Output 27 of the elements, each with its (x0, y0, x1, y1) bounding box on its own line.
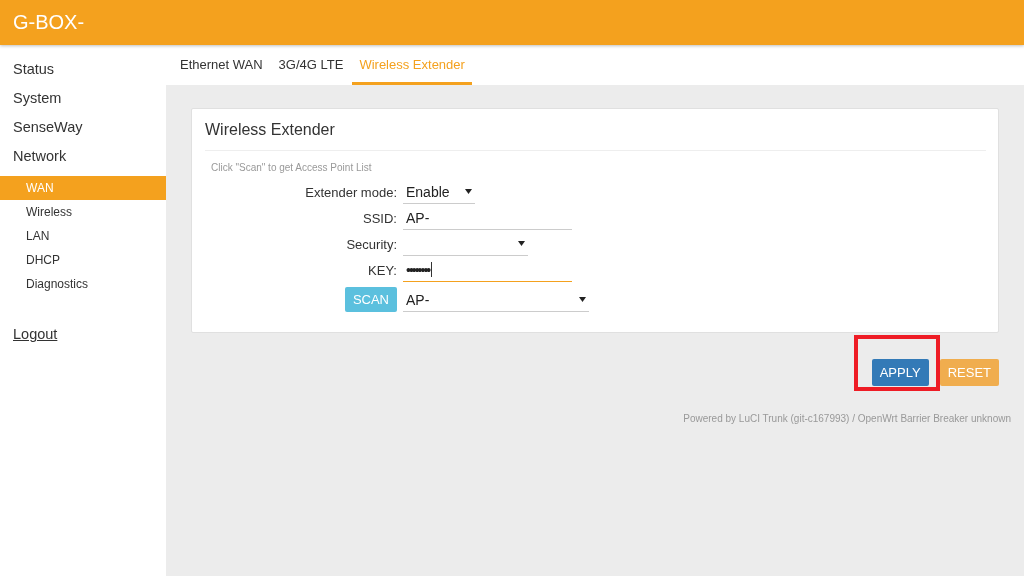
field-label: Extender mode: (305, 184, 397, 200)
dropdown-field[interactable]: Enable (403, 180, 475, 204)
dropdown-field[interactable]: AP- (403, 288, 589, 312)
caret-icon (579, 297, 586, 302)
tab[interactable]: Ethernet WAN (173, 45, 270, 85)
field-label: Security: (346, 236, 397, 252)
sidebar-subitem[interactable]: Wireless (0, 200, 166, 224)
sidebar-subitem[interactable]: Diagnostics (0, 272, 166, 296)
sidebar-subitem[interactable]: DHCP (0, 248, 166, 272)
sidebar-item[interactable]: SenseWay (0, 114, 166, 143)
sidebar-item[interactable]: System (0, 85, 166, 114)
footer-text: Powered by LuCI Trunk (git-c167993) / OpenWrt Barrier Breaker unknown (682, 413, 1011, 424)
tab[interactable]: 3G/4G LTE (271, 45, 351, 85)
field-label: SSID: (363, 210, 397, 226)
sidebar-item[interactable]: Status (0, 56, 166, 85)
card-title: Wireless Extender (205, 121, 986, 151)
input-field[interactable]: AP- (403, 206, 572, 230)
field-label: KEY: (368, 262, 397, 278)
logout-link[interactable]: Logout (0, 326, 166, 342)
sidebar-subitem[interactable]: LAN (0, 224, 166, 248)
caret-icon (518, 241, 525, 246)
sidebar-item[interactable]: Network (0, 143, 166, 172)
caret-icon (465, 189, 472, 194)
hint-text: Click "Scan" to get Access Point List (211, 162, 373, 173)
brand-title: G-BOX- (13, 11, 85, 34)
input-field[interactable]: •••••••• (403, 258, 572, 282)
action-button[interactable]: APPLY (871, 359, 929, 386)
